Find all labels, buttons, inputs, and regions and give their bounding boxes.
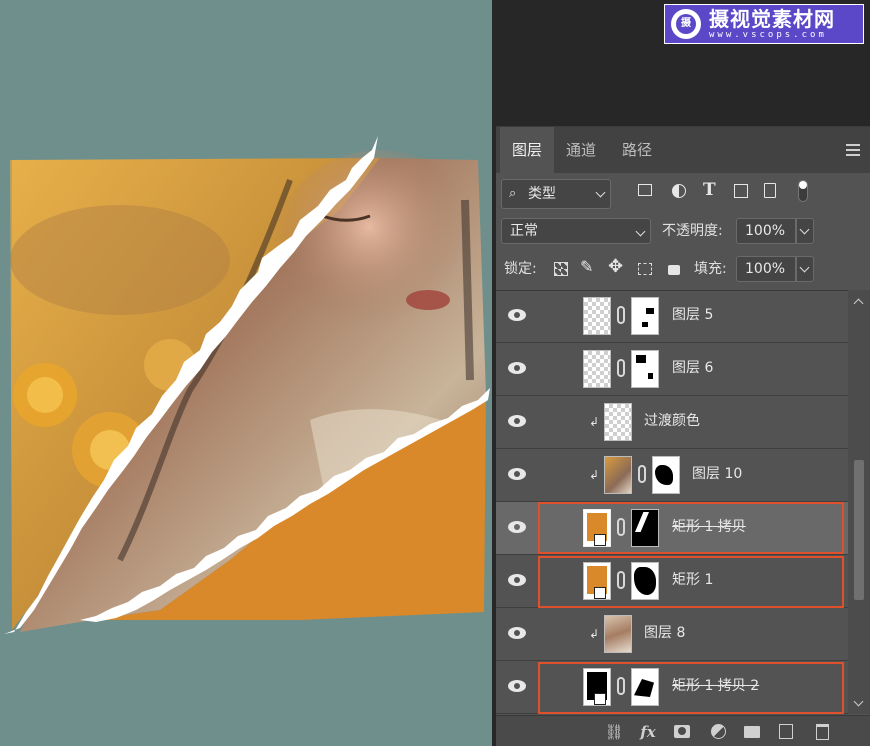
watermark-title: 摄视觉素材网 <box>709 7 835 31</box>
layer-name[interactable]: 图层 6 <box>672 357 713 379</box>
visibility-eye-icon[interactable] <box>508 680 526 692</box>
adjustment-filter-icon[interactable] <box>672 184 686 198</box>
visibility-eye-icon[interactable] <box>508 415 526 427</box>
type-filter-icon[interactable]: T <box>703 180 716 200</box>
tab-paths[interactable]: 路径 <box>610 127 664 173</box>
tab-channels[interactable]: 通道 <box>554 127 608 173</box>
layer-row[interactable]: 图层 5 <box>496 291 848 343</box>
fill-input[interactable]: 100% <box>736 256 796 282</box>
highlight-box <box>538 556 844 608</box>
opacity-input[interactable]: 100% <box>736 218 796 244</box>
link-layers-icon[interactable]: ⛓ <box>604 722 624 742</box>
layer-thumbnail <box>604 456 632 494</box>
mask-link-icon[interactable] <box>638 465 646 483</box>
layer-name[interactable]: 过渡颜色 <box>644 410 700 432</box>
layer-mask-thumbnail[interactable] <box>631 297 659 335</box>
scroll-up-icon[interactable] <box>853 298 864 309</box>
add-mask-icon[interactable] <box>672 722 692 742</box>
watermark-url: www.vscops.com <box>709 30 827 40</box>
highlight-box <box>538 662 844 714</box>
opacity-value: 100% <box>745 223 786 239</box>
document-canvas[interactable] <box>0 0 492 746</box>
scrollbar-thumb[interactable] <box>854 460 864 600</box>
layer-filter-kind-select[interactable]: ⌕ 类型 <box>501 179 611 209</box>
layer-list: 图层 5 图层 6 ↲ 过渡颜色 ↲ 图层 10 矩形 1 拷贝 矩形 1 ↲ … <box>496 290 848 714</box>
lock-transparent-pixels-icon[interactable] <box>554 262 568 276</box>
layer-row[interactable]: 图层 6 <box>496 343 848 396</box>
layer-mask-thumbnail[interactable] <box>652 456 680 494</box>
watermark-logo-glyph: 摄 <box>676 14 696 34</box>
clipping-mask-icon: ↲ <box>589 415 600 429</box>
layers-panel: 图层 通道 路径 ⌕ 类型 T 正常 不透明度: 100% 锁定: ✎ ✥ 填充… <box>496 126 870 746</box>
clipping-mask-icon: ↲ <box>589 468 600 482</box>
visibility-eye-icon[interactable] <box>508 574 526 586</box>
visibility-eye-icon[interactable] <box>508 627 526 639</box>
layer-row[interactable]: ↲ 过渡颜色 <box>496 396 848 449</box>
fill-label: 填充: <box>694 261 727 277</box>
filter-kind-label: 类型 <box>528 186 556 202</box>
layer-thumbnail <box>604 403 632 441</box>
smart-object-filter-icon[interactable] <box>764 183 776 198</box>
visibility-eye-icon[interactable] <box>508 309 526 321</box>
visibility-eye-icon[interactable] <box>508 468 526 480</box>
visibility-eye-icon[interactable] <box>508 362 526 374</box>
lock-artboard-icon[interactable] <box>638 263 652 275</box>
new-group-icon[interactable] <box>742 722 762 742</box>
panel-tab-bar: 图层 通道 路径 <box>496 127 870 173</box>
mask-link-icon[interactable] <box>617 306 625 324</box>
layer-mask-thumbnail[interactable] <box>631 350 659 388</box>
mask-link-icon[interactable] <box>617 359 625 377</box>
layer-thumbnail <box>583 297 611 335</box>
adjustment-layer-icon[interactable] <box>708 722 728 742</box>
tab-layers[interactable]: 图层 <box>500 127 555 173</box>
watermark-logo-icon: 摄 <box>671 9 701 39</box>
visibility-eye-icon[interactable] <box>508 521 526 533</box>
layer-row[interactable]: ↲ 图层 8 <box>496 608 848 661</box>
layers-bottom-toolbar: ⛓ fx <box>496 715 870 746</box>
right-panel-area: 摄 摄视觉素材网 www.vscops.com 图层 通道 路径 ⌕ 类型 T … <box>492 0 870 746</box>
layer-name[interactable]: 图层 10 <box>692 463 742 485</box>
layer-list-scrollbar[interactable] <box>848 290 870 714</box>
highlight-box <box>538 502 844 554</box>
lock-all-icon[interactable] <box>668 265 680 275</box>
fill-value: 100% <box>745 261 786 277</box>
blend-mode-select[interactable]: 正常 <box>501 218 651 244</box>
fx-icon[interactable]: fx <box>638 722 658 742</box>
scroll-down-icon[interactable] <box>853 696 864 707</box>
shape-filter-icon[interactable] <box>734 184 748 198</box>
torn-paper-artwork <box>4 136 490 634</box>
delete-layer-icon[interactable] <box>812 722 832 742</box>
layer-thumbnail <box>583 350 611 388</box>
layer-thumbnail <box>604 615 632 653</box>
opacity-label: 不透明度: <box>662 223 723 239</box>
opacity-dropdown-button[interactable] <box>796 218 814 244</box>
blend-mode-value: 正常 <box>510 223 538 239</box>
panel-menu-icon[interactable] <box>846 144 860 156</box>
clipping-mask-icon: ↲ <box>589 627 600 641</box>
new-layer-icon[interactable] <box>776 722 796 742</box>
watermark-banner: 摄 摄视觉素材网 www.vscops.com <box>664 4 864 44</box>
fill-dropdown-button[interactable] <box>796 256 814 282</box>
search-icon: ⌕ <box>509 186 517 201</box>
layer-name[interactable]: 图层 5 <box>672 304 713 326</box>
lock-label: 锁定: <box>504 261 537 277</box>
filter-toggle-icon[interactable] <box>798 180 808 202</box>
layer-name[interactable]: 图层 8 <box>644 622 685 644</box>
image-filter-icon[interactable] <box>638 184 652 196</box>
lock-position-icon[interactable]: ✥ <box>608 256 623 277</box>
lock-image-pixels-icon[interactable]: ✎ <box>580 257 593 276</box>
layer-row[interactable]: ↲ 图层 10 <box>496 449 848 502</box>
